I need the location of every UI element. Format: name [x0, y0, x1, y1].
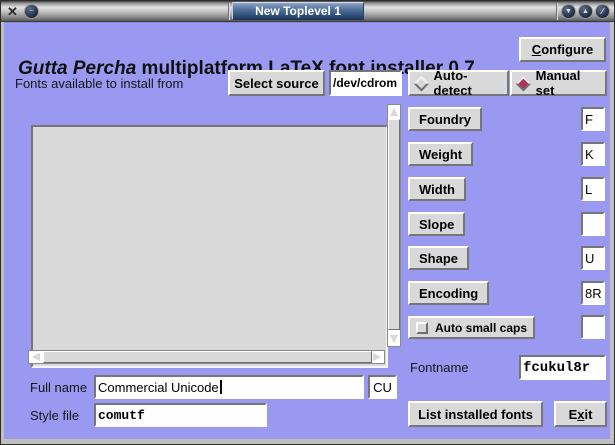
- weight-button[interactable]: Weight: [408, 142, 473, 166]
- auto-small-caps-checkbox[interactable]: Auto small caps: [408, 316, 535, 339]
- app-window: ✕ − New Toplevel 1 ▼ ▲ ∕ Gutta Percha mu…: [0, 0, 615, 445]
- source-label: Fonts available to install from: [15, 76, 183, 91]
- slope-field[interactable]: [581, 212, 605, 236]
- text-cursor: [220, 380, 222, 394]
- foundry-field[interactable]: F: [581, 107, 605, 131]
- abbrev-field[interactable]: CU: [368, 375, 397, 399]
- full-name-input[interactable]: Commercial Unicode: [94, 375, 364, 399]
- full-name-label: Full name: [30, 380, 87, 395]
- device-input[interactable]: /dev/cdrom: [329, 70, 402, 96]
- width-button[interactable]: Width: [408, 177, 466, 201]
- configure-button[interactable]: Configure: [519, 37, 606, 62]
- encoding-button[interactable]: Encoding: [408, 281, 489, 305]
- fontname-field[interactable]: fcukul8r: [519, 355, 606, 380]
- window-title: New Toplevel 1: [232, 2, 364, 20]
- slope-button[interactable]: Slope: [408, 212, 465, 236]
- titlebar-divider: [556, 3, 558, 20]
- scroll-left-icon[interactable]: [31, 352, 41, 362]
- auto-small-caps-label: Auto small caps: [435, 321, 527, 335]
- scroll-right-icon[interactable]: [372, 352, 382, 362]
- close-button[interactable]: ∕: [595, 4, 610, 19]
- maximize-button[interactable]: ▲: [578, 4, 593, 19]
- checkbox-indicator: [416, 322, 428, 334]
- width-field[interactable]: L: [581, 177, 605, 201]
- scroll-up-icon[interactable]: [389, 107, 399, 117]
- manual-set-radio[interactable]: Manual set: [510, 70, 607, 96]
- exit-button[interactable]: Exit: [554, 401, 607, 427]
- radio-indicator-on: [516, 75, 531, 90]
- shade-button[interactable]: ▼: [561, 4, 576, 19]
- list-installed-fonts-button[interactable]: List installed fonts: [408, 401, 543, 427]
- foundry-button[interactable]: Foundry: [408, 107, 482, 131]
- auto-detect-radio[interactable]: Auto-detect: [408, 70, 509, 96]
- fontname-label: Fontname: [410, 360, 469, 375]
- window-menu-button[interactable]: −: [24, 4, 39, 19]
- client-area: Gutta Percha multiplatform LaTeX font in…: [4, 22, 610, 439]
- scroll-down-icon[interactable]: [389, 334, 399, 344]
- titlebar[interactable]: ✕ − New Toplevel 1 ▼ ▲ ∕: [1, 1, 614, 22]
- encoding-field[interactable]: 8R: [581, 281, 605, 305]
- auto-detect-label: Auto-detect: [434, 68, 501, 98]
- shape-button[interactable]: Shape: [408, 246, 469, 270]
- horizontal-scrollbar[interactable]: [28, 350, 385, 364]
- weight-field[interactable]: K: [581, 142, 605, 166]
- style-file-input[interactable]: comutf: [94, 403, 267, 427]
- manual-set-label: Manual set: [536, 68, 599, 98]
- small-caps-field[interactable]: [581, 315, 605, 339]
- app-icon: ✕: [5, 4, 20, 19]
- titlebar-divider: [228, 3, 230, 20]
- horizontal-scrollbar-thumb[interactable]: [43, 351, 372, 363]
- vertical-scrollbar-thumb[interactable]: [388, 119, 400, 330]
- shape-field[interactable]: U: [581, 246, 605, 270]
- vertical-scrollbar[interactable]: [387, 104, 401, 347]
- radio-indicator-off: [414, 75, 429, 90]
- font-listbox[interactable]: [31, 125, 388, 368]
- select-source-button[interactable]: Select source: [228, 70, 325, 96]
- style-file-label: Style file: [30, 408, 79, 423]
